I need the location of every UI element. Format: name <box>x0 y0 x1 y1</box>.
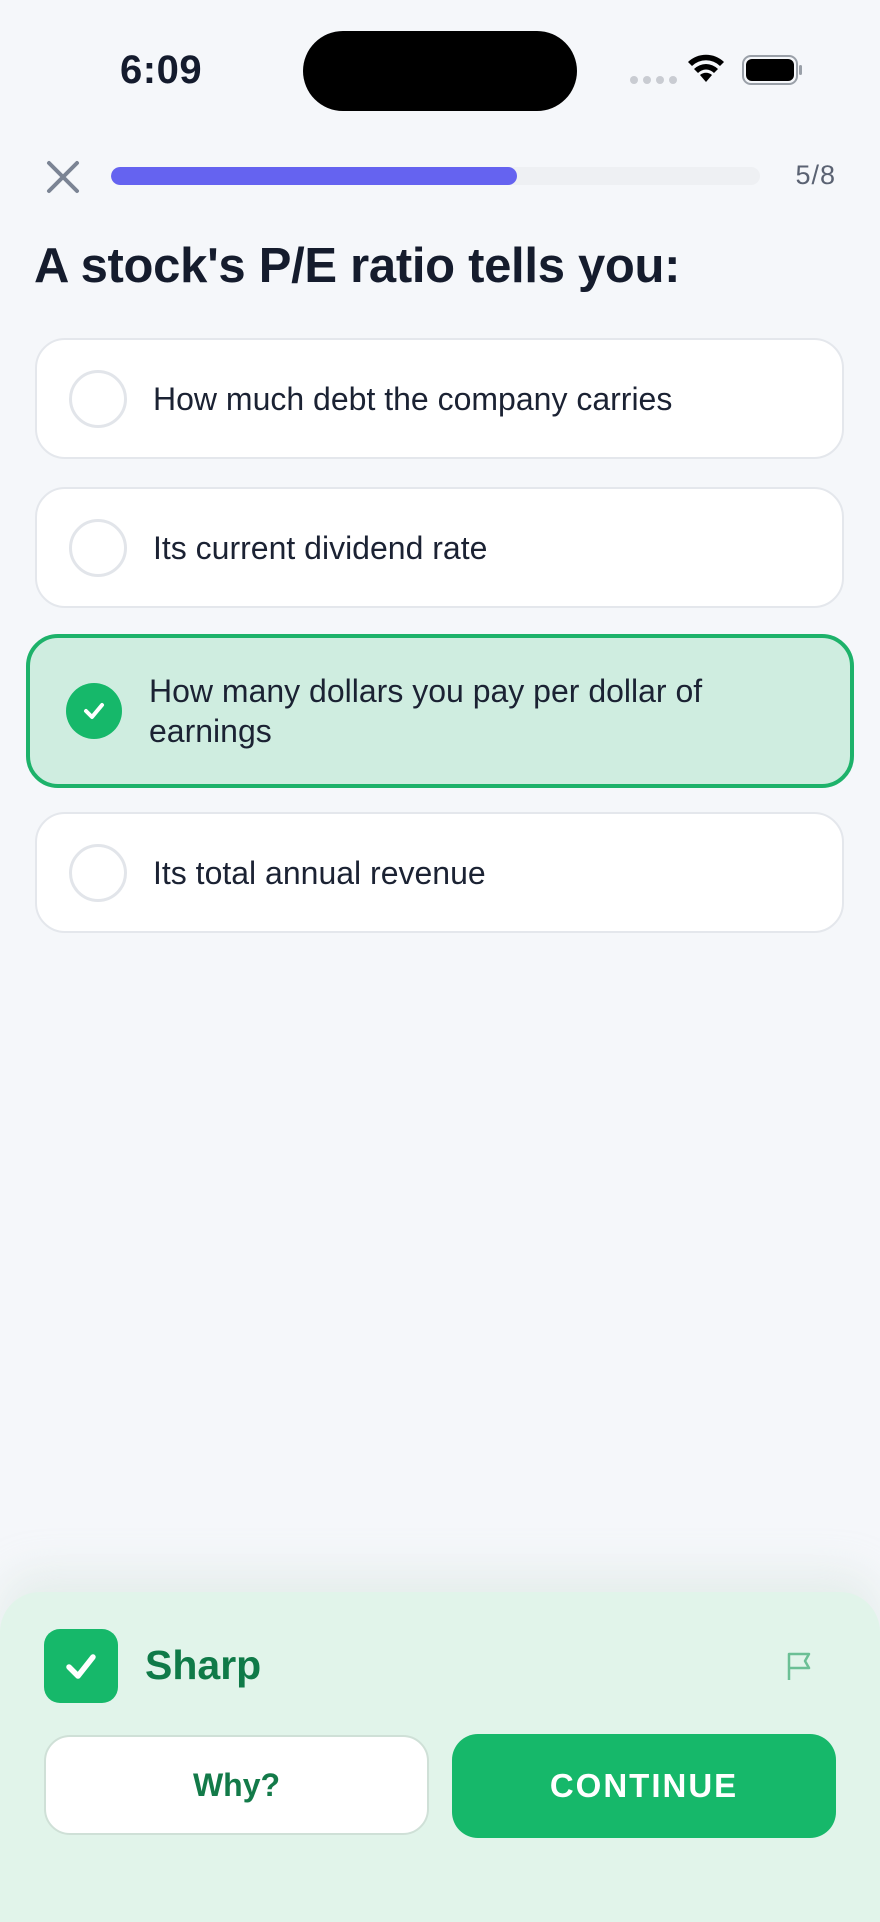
battery-icon <box>742 55 802 85</box>
dynamic-island <box>303 31 577 111</box>
answer-option-label: How many dollars you pay per dollar of e… <box>149 673 703 749</box>
continue-button[interactable]: CONTINUE <box>452 1734 836 1838</box>
close-icon <box>47 161 79 193</box>
status-time: 6:09 <box>120 48 203 92</box>
why-button[interactable]: Why? <box>44 1735 429 1835</box>
radio-unchecked-icon <box>69 369 127 428</box>
lesson-progress-bar <box>111 167 760 185</box>
radio-unchecked-icon <box>69 518 127 577</box>
radio-unchecked-icon <box>69 843 127 902</box>
question-text: A stock's P/E ratio tells you: <box>34 239 681 293</box>
answer-option-2[interactable]: Its current dividend rate <box>35 487 844 608</box>
report-flag-button[interactable] <box>785 1650 815 1687</box>
verdict-label: Sharp <box>145 1642 262 1688</box>
answer-option-3-selected[interactable]: How many dollars you pay per dollar of e… <box>26 634 854 788</box>
flag-icon <box>787 1652 811 1680</box>
answer-option-label: Its total annual revenue <box>153 854 486 891</box>
answer-option-4[interactable]: Its total annual revenue <box>35 812 844 933</box>
check-circle-icon <box>66 683 122 739</box>
checkmark-icon <box>44 1629 118 1703</box>
lesson-progress-fill <box>111 167 517 185</box>
close-button[interactable] <box>44 158 82 196</box>
wifi-icon <box>688 54 724 82</box>
answer-option-1[interactable]: How much debt the company carries <box>35 338 844 459</box>
progress-count: 5/8 <box>795 160 836 190</box>
answer-option-label: Its current dividend rate <box>153 529 488 566</box>
answer-option-label: How much debt the company carries <box>153 380 673 417</box>
cellular-signal-icon <box>630 76 677 84</box>
